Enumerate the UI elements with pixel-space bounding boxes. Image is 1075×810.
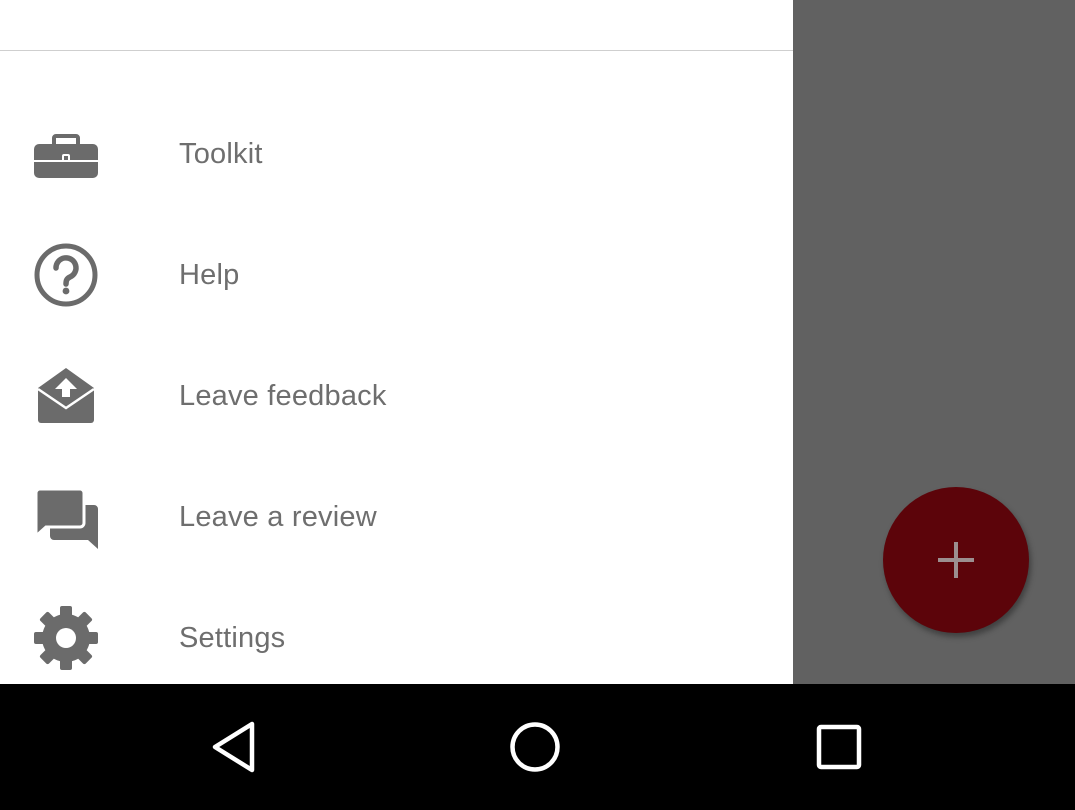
help-circle-icon <box>32 241 100 309</box>
drawer-item-label: Leave feedback <box>179 379 387 412</box>
recents-square-icon <box>815 723 863 771</box>
gear-icon <box>32 604 100 672</box>
drawer-item-label: Leave a review <box>179 500 377 533</box>
add-fab-button[interactable] <box>883 487 1029 633</box>
recents-button[interactable] <box>779 684 899 810</box>
back-button[interactable] <box>174 684 294 810</box>
drawer-item-toolkit[interactable]: Toolkit <box>0 99 793 209</box>
drawer-item-label: Help <box>179 258 240 291</box>
briefcase-icon <box>32 120 100 188</box>
system-navigation-bar <box>0 684 1075 810</box>
drawer-item-label: Toolkit <box>179 137 263 170</box>
back-triangle-icon <box>209 720 259 774</box>
drawer-item-leave-a-review[interactable]: Leave a review <box>0 462 793 572</box>
chat-bubbles-icon <box>32 483 100 551</box>
home-circle-icon <box>508 720 562 774</box>
plus-icon <box>936 540 976 580</box>
drawer-item-settings[interactable]: Settings <box>0 583 793 684</box>
mail-upload-icon <box>32 362 100 430</box>
drawer-item-leave-feedback[interactable]: Leave feedback <box>0 341 793 451</box>
home-button[interactable] <box>475 684 595 810</box>
drawer-divider <box>0 50 793 51</box>
drawer-item-label: Settings <box>179 621 286 654</box>
navigation-drawer: Toolkit Help Leave feedback Leave a revi… <box>0 0 793 684</box>
drawer-item-help[interactable]: Help <box>0 220 793 330</box>
